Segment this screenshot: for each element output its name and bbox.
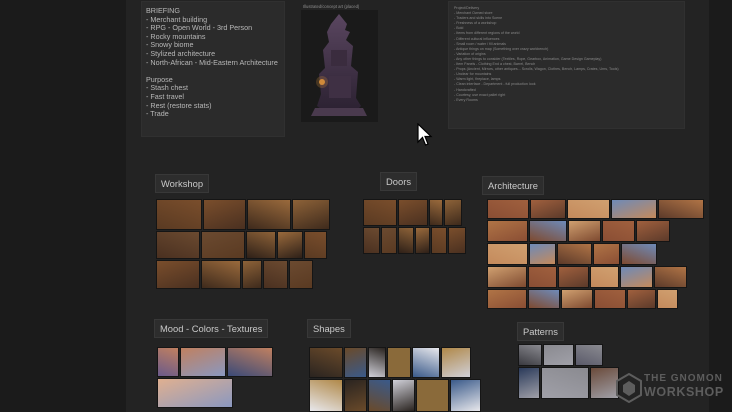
- door-thumbnail[interactable]: [431, 227, 447, 254]
- briefing-line: - Trade: [146, 109, 169, 119]
- shape-thumbnail[interactable]: [441, 347, 471, 378]
- hero-caption: Illustrated/concept art (placed): [303, 4, 360, 9]
- architecture-thumbnail[interactable]: [558, 266, 589, 288]
- workshop-thumbnail[interactable]: [289, 260, 313, 289]
- architecture-thumbnail[interactable]: [657, 289, 678, 309]
- architecture-thumbnail[interactable]: [487, 266, 527, 288]
- gnomon-logo-icon: [616, 373, 642, 403]
- door-thumbnail[interactable]: [381, 227, 397, 254]
- workshop-thumbnail[interactable]: [203, 199, 246, 230]
- label-workshop[interactable]: Workshop: [155, 174, 210, 193]
- door-thumbnail[interactable]: [415, 227, 430, 254]
- workshop-thumbnail[interactable]: [263, 260, 288, 289]
- label-doors[interactable]: Doors: [380, 172, 418, 191]
- architecture-thumbnail[interactable]: [594, 289, 626, 309]
- architecture-thumbnail[interactable]: [487, 199, 529, 219]
- briefing-line: - North-African - Mid-Eastern Architectu…: [146, 57, 278, 67]
- architecture-thumbnail[interactable]: [602, 220, 635, 242]
- shape-thumbnail[interactable]: [416, 379, 449, 412]
- workshop-thumbnail[interactable]: [246, 231, 276, 259]
- shape-thumbnail[interactable]: [368, 379, 391, 412]
- door-thumbnail[interactable]: [448, 227, 466, 254]
- workshop-thumbnail[interactable]: [201, 231, 245, 259]
- mood-thumbnail[interactable]: [157, 378, 233, 408]
- architecture-thumbnail[interactable]: [557, 243, 592, 265]
- pattern-thumbnail[interactable]: [575, 344, 603, 366]
- shape-thumbnail[interactable]: [387, 347, 411, 378]
- architecture-thumbnail[interactable]: [529, 220, 567, 242]
- architecture-thumbnail[interactable]: [568, 220, 601, 242]
- pattern-thumbnail[interactable]: [541, 367, 589, 399]
- architecture-thumbnail[interactable]: [487, 289, 527, 309]
- workshop-thumbnail[interactable]: [277, 231, 303, 259]
- logo-text-1: THE GNOMON: [644, 373, 723, 384]
- architecture-thumbnail[interactable]: [567, 199, 610, 219]
- pattern-thumbnail[interactable]: [518, 344, 542, 366]
- door-thumbnail[interactable]: [398, 199, 428, 226]
- workshop-thumbnail[interactable]: [247, 199, 291, 230]
- architecture-thumbnail[interactable]: [654, 266, 687, 288]
- workshop-thumbnail[interactable]: [156, 231, 200, 259]
- workshop-thumbnail[interactable]: [156, 199, 202, 230]
- architecture-thumbnail[interactable]: [658, 199, 704, 219]
- door-thumbnail[interactable]: [429, 199, 443, 226]
- workshop-thumbnail[interactable]: [292, 199, 330, 230]
- gnomon-workshop-logo: THE GNOMON WORKSHOP: [614, 367, 732, 412]
- shape-thumbnail[interactable]: [344, 379, 367, 412]
- workshop-thumbnail[interactable]: [304, 231, 327, 259]
- architecture-thumbnail[interactable]: [590, 266, 619, 288]
- architecture-thumbnail[interactable]: [487, 243, 528, 265]
- workshop-thumbnail[interactable]: [201, 260, 241, 289]
- shape-thumbnail[interactable]: [412, 347, 440, 378]
- shape-thumbnail[interactable]: [368, 347, 386, 378]
- label-architecture[interactable]: Architecture: [482, 176, 545, 195]
- merchant-building-concept-image: [301, 10, 378, 122]
- pattern-thumbnail[interactable]: [518, 367, 540, 399]
- project-note-line: - Every Rooms: [454, 97, 478, 102]
- architecture-thumbnail[interactable]: [529, 243, 556, 265]
- shape-thumbnail[interactable]: [309, 347, 343, 378]
- door-thumbnail[interactable]: [398, 227, 414, 254]
- workshop-thumbnail[interactable]: [242, 260, 262, 289]
- mood-thumbnail[interactable]: [227, 347, 273, 377]
- hero-image-card[interactable]: Illustrated/concept art (placed): [301, 1, 378, 122]
- shape-thumbnail[interactable]: [392, 379, 415, 412]
- door-thumbnail[interactable]: [363, 199, 397, 226]
- project-notes[interactable]: Project/Delivery - Merchant Owned store - …: [448, 1, 685, 129]
- project-notes-text: Project/Delivery - Merchant Owned store - …: [449, 2, 684, 103]
- door-thumbnail[interactable]: [363, 227, 380, 254]
- architecture-thumbnail[interactable]: [530, 199, 566, 219]
- architecture-thumbnail[interactable]: [528, 289, 560, 309]
- label-shapes[interactable]: Shapes: [307, 319, 351, 338]
- architecture-thumbnail[interactable]: [636, 220, 670, 242]
- architecture-thumbnail[interactable]: [561, 289, 593, 309]
- label-mood[interactable]: Mood - Colors - Textures: [154, 319, 269, 338]
- architecture-thumbnail[interactable]: [620, 266, 653, 288]
- pattern-thumbnail[interactable]: [543, 344, 574, 366]
- briefing-note[interactable]: BRIEFING - Merchant building - RPG - Open …: [141, 1, 285, 137]
- architecture-thumbnail[interactable]: [611, 199, 657, 219]
- label-patterns[interactable]: Patterns: [517, 322, 564, 341]
- shape-thumbnail[interactable]: [450, 379, 481, 412]
- shape-thumbnail[interactable]: [344, 347, 367, 378]
- door-thumbnail[interactable]: [444, 199, 462, 226]
- architecture-thumbnail[interactable]: [593, 243, 620, 265]
- architecture-thumbnail[interactable]: [487, 220, 528, 242]
- architecture-thumbnail[interactable]: [528, 266, 557, 288]
- mood-thumbnail[interactable]: [157, 347, 179, 377]
- architecture-thumbnail[interactable]: [621, 243, 657, 265]
- architecture-thumbnail[interactable]: [627, 289, 656, 309]
- shape-thumbnail[interactable]: [309, 379, 343, 412]
- mood-thumbnail[interactable]: [180, 347, 226, 377]
- workshop-thumbnail[interactable]: [156, 260, 200, 289]
- logo-text-2: WORKSHOP: [644, 385, 724, 399]
- briefing-text: BRIEFING - Merchant building - RPG - Open …: [142, 2, 284, 119]
- mouse-pointer-icon: [417, 123, 433, 146]
